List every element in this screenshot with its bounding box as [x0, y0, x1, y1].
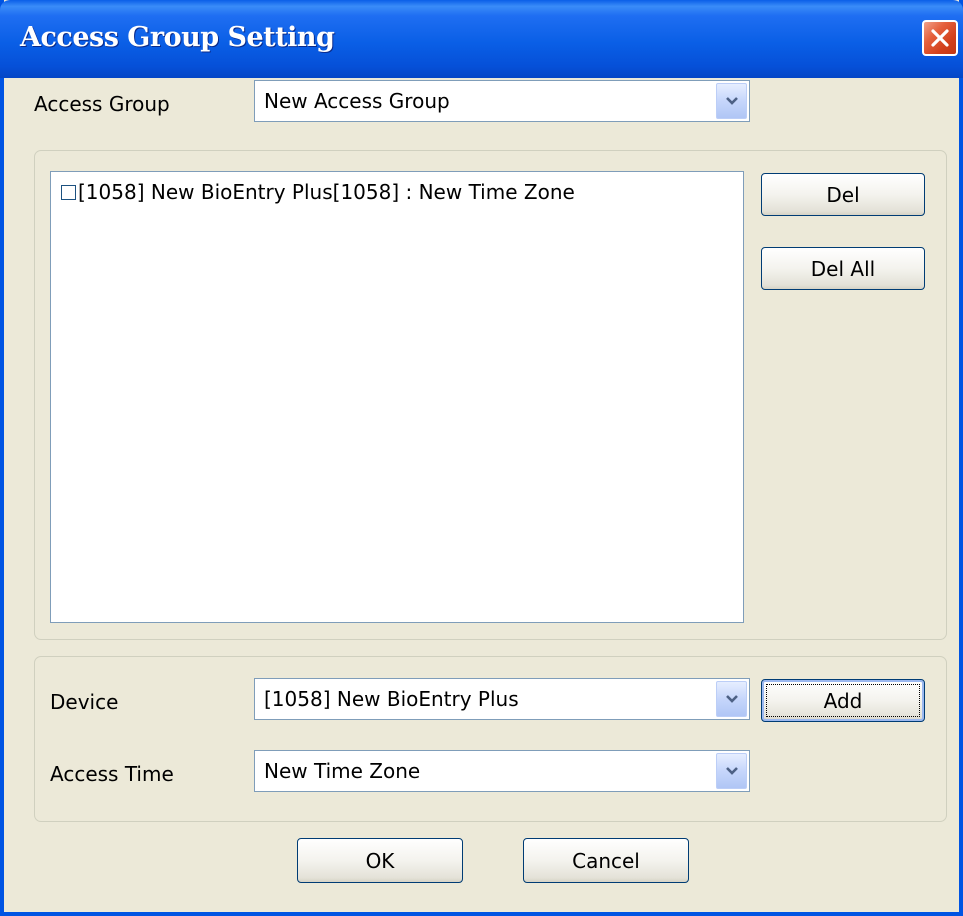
device-select[interactable]: [1058] New BioEntry Plus: [254, 678, 750, 720]
access-group-select[interactable]: New Access Group: [254, 80, 750, 122]
access-group-dropdown-button[interactable]: [716, 83, 747, 119]
chevron-down-icon: [726, 767, 738, 775]
ok-button[interactable]: OK: [297, 838, 463, 883]
del-button-label: Del: [826, 182, 860, 207]
ok-button-label: OK: [365, 848, 395, 873]
device-dropdown-button[interactable]: [716, 681, 747, 717]
del-button[interactable]: Del: [761, 173, 925, 216]
chevron-down-icon: [726, 97, 738, 105]
access-group-label: Access Group: [34, 92, 170, 116]
list-item-checkbox[interactable]: [61, 185, 76, 200]
add-button-label: Add: [823, 688, 863, 713]
access-time-value: New Time Zone: [264, 759, 421, 783]
close-button[interactable]: [922, 20, 958, 56]
del-all-button-label: Del All: [810, 256, 876, 281]
chevron-down-icon: [726, 695, 738, 703]
device-value: [1058] New BioEntry Plus: [264, 687, 519, 711]
list-item-text: [1058] New BioEntry Plus[1058] : New Tim…: [78, 180, 575, 204]
title-bar[interactable]: Access Group Setting: [0, 0, 963, 78]
del-all-button[interactable]: Del All: [761, 247, 925, 290]
assignment-list[interactable]: [1058] New BioEntry Plus[1058] : New Tim…: [50, 171, 744, 623]
close-icon: [931, 29, 949, 47]
access-time-select[interactable]: New Time Zone: [254, 750, 750, 792]
cancel-button-label: Cancel: [572, 848, 640, 873]
access-time-label: Access Time: [50, 762, 174, 786]
window-title: Access Group Setting: [20, 22, 335, 53]
add-button[interactable]: Add: [761, 679, 925, 722]
access-group-value: New Access Group: [264, 89, 450, 113]
cancel-button[interactable]: Cancel: [523, 838, 689, 883]
access-group-setting-dialog: Access Group Setting Access Group New Ac…: [0, 0, 963, 916]
device-label: Device: [50, 690, 119, 714]
access-time-dropdown-button[interactable]: [716, 753, 747, 789]
